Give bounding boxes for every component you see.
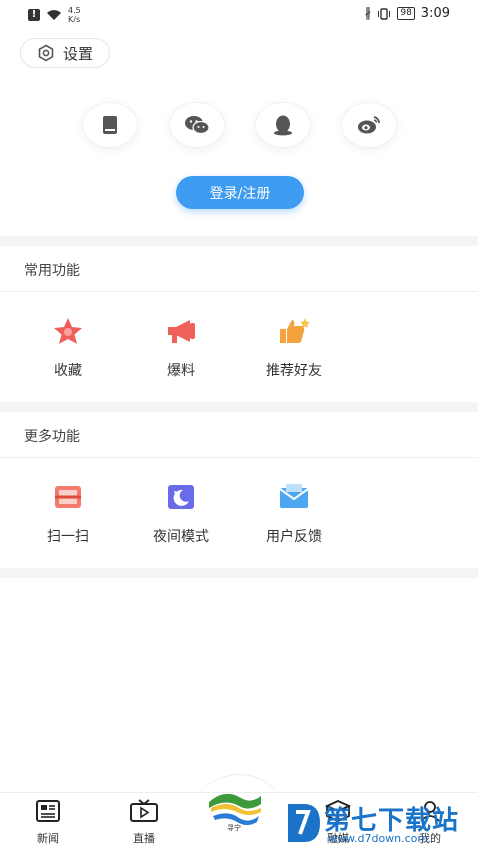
d7-logo-icon bbox=[288, 804, 320, 842]
tipoff-label: 爆料 bbox=[167, 363, 195, 379]
wechat-login-button[interactable] bbox=[169, 102, 225, 148]
status-bar: ! 4.5 K/s ∦ 98 3:09 bbox=[0, 0, 478, 30]
megaphone-icon bbox=[164, 316, 198, 346]
alert-icon: ! bbox=[28, 9, 40, 21]
moon-icon bbox=[164, 482, 198, 512]
svg-text:寻宁: 寻宁 bbox=[227, 823, 241, 832]
news-icon bbox=[36, 800, 60, 822]
recommend-friends-item[interactable]: 推荐好友 bbox=[244, 316, 344, 380]
qq-icon bbox=[274, 115, 292, 136]
network-speed: 4.5 K/s bbox=[68, 6, 81, 24]
bluetooth-icon: ∦ bbox=[364, 6, 372, 21]
status-left: ! 4.5 K/s bbox=[28, 6, 81, 24]
scan-icon bbox=[51, 482, 85, 512]
settings-label: 设置 bbox=[62, 44, 93, 63]
weibo-login-button[interactable] bbox=[341, 102, 397, 148]
wifi-icon bbox=[47, 10, 61, 20]
battery-indicator: 98 bbox=[397, 7, 415, 20]
qq-login-button[interactable] bbox=[255, 102, 311, 148]
login-register-button[interactable]: 登录/注册 bbox=[176, 176, 304, 209]
night-mode-label: 夜间模式 bbox=[153, 529, 209, 545]
thumbs-up-icon bbox=[277, 316, 311, 346]
nav-news-label: 新闻 bbox=[37, 832, 59, 845]
scan-label: 扫一扫 bbox=[47, 529, 89, 545]
nav-live-label: 直播 bbox=[133, 832, 155, 845]
divider bbox=[0, 457, 478, 458]
hexagon-gear-icon bbox=[38, 44, 54, 62]
tv-icon bbox=[130, 799, 158, 822]
speed-value: 4.5 bbox=[68, 6, 81, 15]
nav-news[interactable]: 新闻 bbox=[18, 799, 78, 846]
settings-button[interactable]: 设置 bbox=[20, 38, 110, 68]
status-right: ∦ 98 3:09 bbox=[365, 6, 450, 21]
divider bbox=[0, 291, 478, 292]
feedback-label: 用户反馈 bbox=[266, 529, 322, 545]
recommend-friends-label: 推荐好友 bbox=[266, 363, 322, 379]
center-logo-icon[interactable]: 寻宁 bbox=[205, 786, 265, 832]
vibrate-icon bbox=[378, 7, 391, 20]
watermark: 第七下载站 www.d7down.com bbox=[284, 798, 474, 848]
more-section-title: 更多功能 bbox=[24, 429, 80, 445]
favorites-item[interactable]: 收藏 bbox=[18, 316, 118, 380]
common-section-title: 常用功能 bbox=[24, 263, 80, 279]
clock: 3:09 bbox=[420, 6, 450, 21]
section-divider bbox=[0, 568, 478, 578]
phone-icon bbox=[103, 116, 117, 134]
section-divider bbox=[0, 402, 478, 412]
speed-unit: K/s bbox=[68, 15, 81, 24]
night-mode-item[interactable]: 夜间模式 bbox=[131, 482, 231, 546]
feedback-item[interactable]: 用户反馈 bbox=[244, 482, 344, 546]
watermark-url: www.d7down.com bbox=[328, 832, 429, 845]
star-icon bbox=[51, 316, 85, 346]
favorites-label: 收藏 bbox=[54, 363, 82, 379]
wechat-icon bbox=[185, 116, 210, 135]
nav-live[interactable]: 直播 bbox=[114, 799, 174, 846]
phone-login-button[interactable] bbox=[82, 102, 138, 148]
section-divider bbox=[0, 236, 478, 246]
scan-item[interactable]: 扫一扫 bbox=[18, 482, 118, 546]
tipoff-item[interactable]: 爆料 bbox=[131, 316, 231, 380]
mail-icon bbox=[277, 482, 311, 512]
weibo-icon bbox=[358, 116, 380, 134]
